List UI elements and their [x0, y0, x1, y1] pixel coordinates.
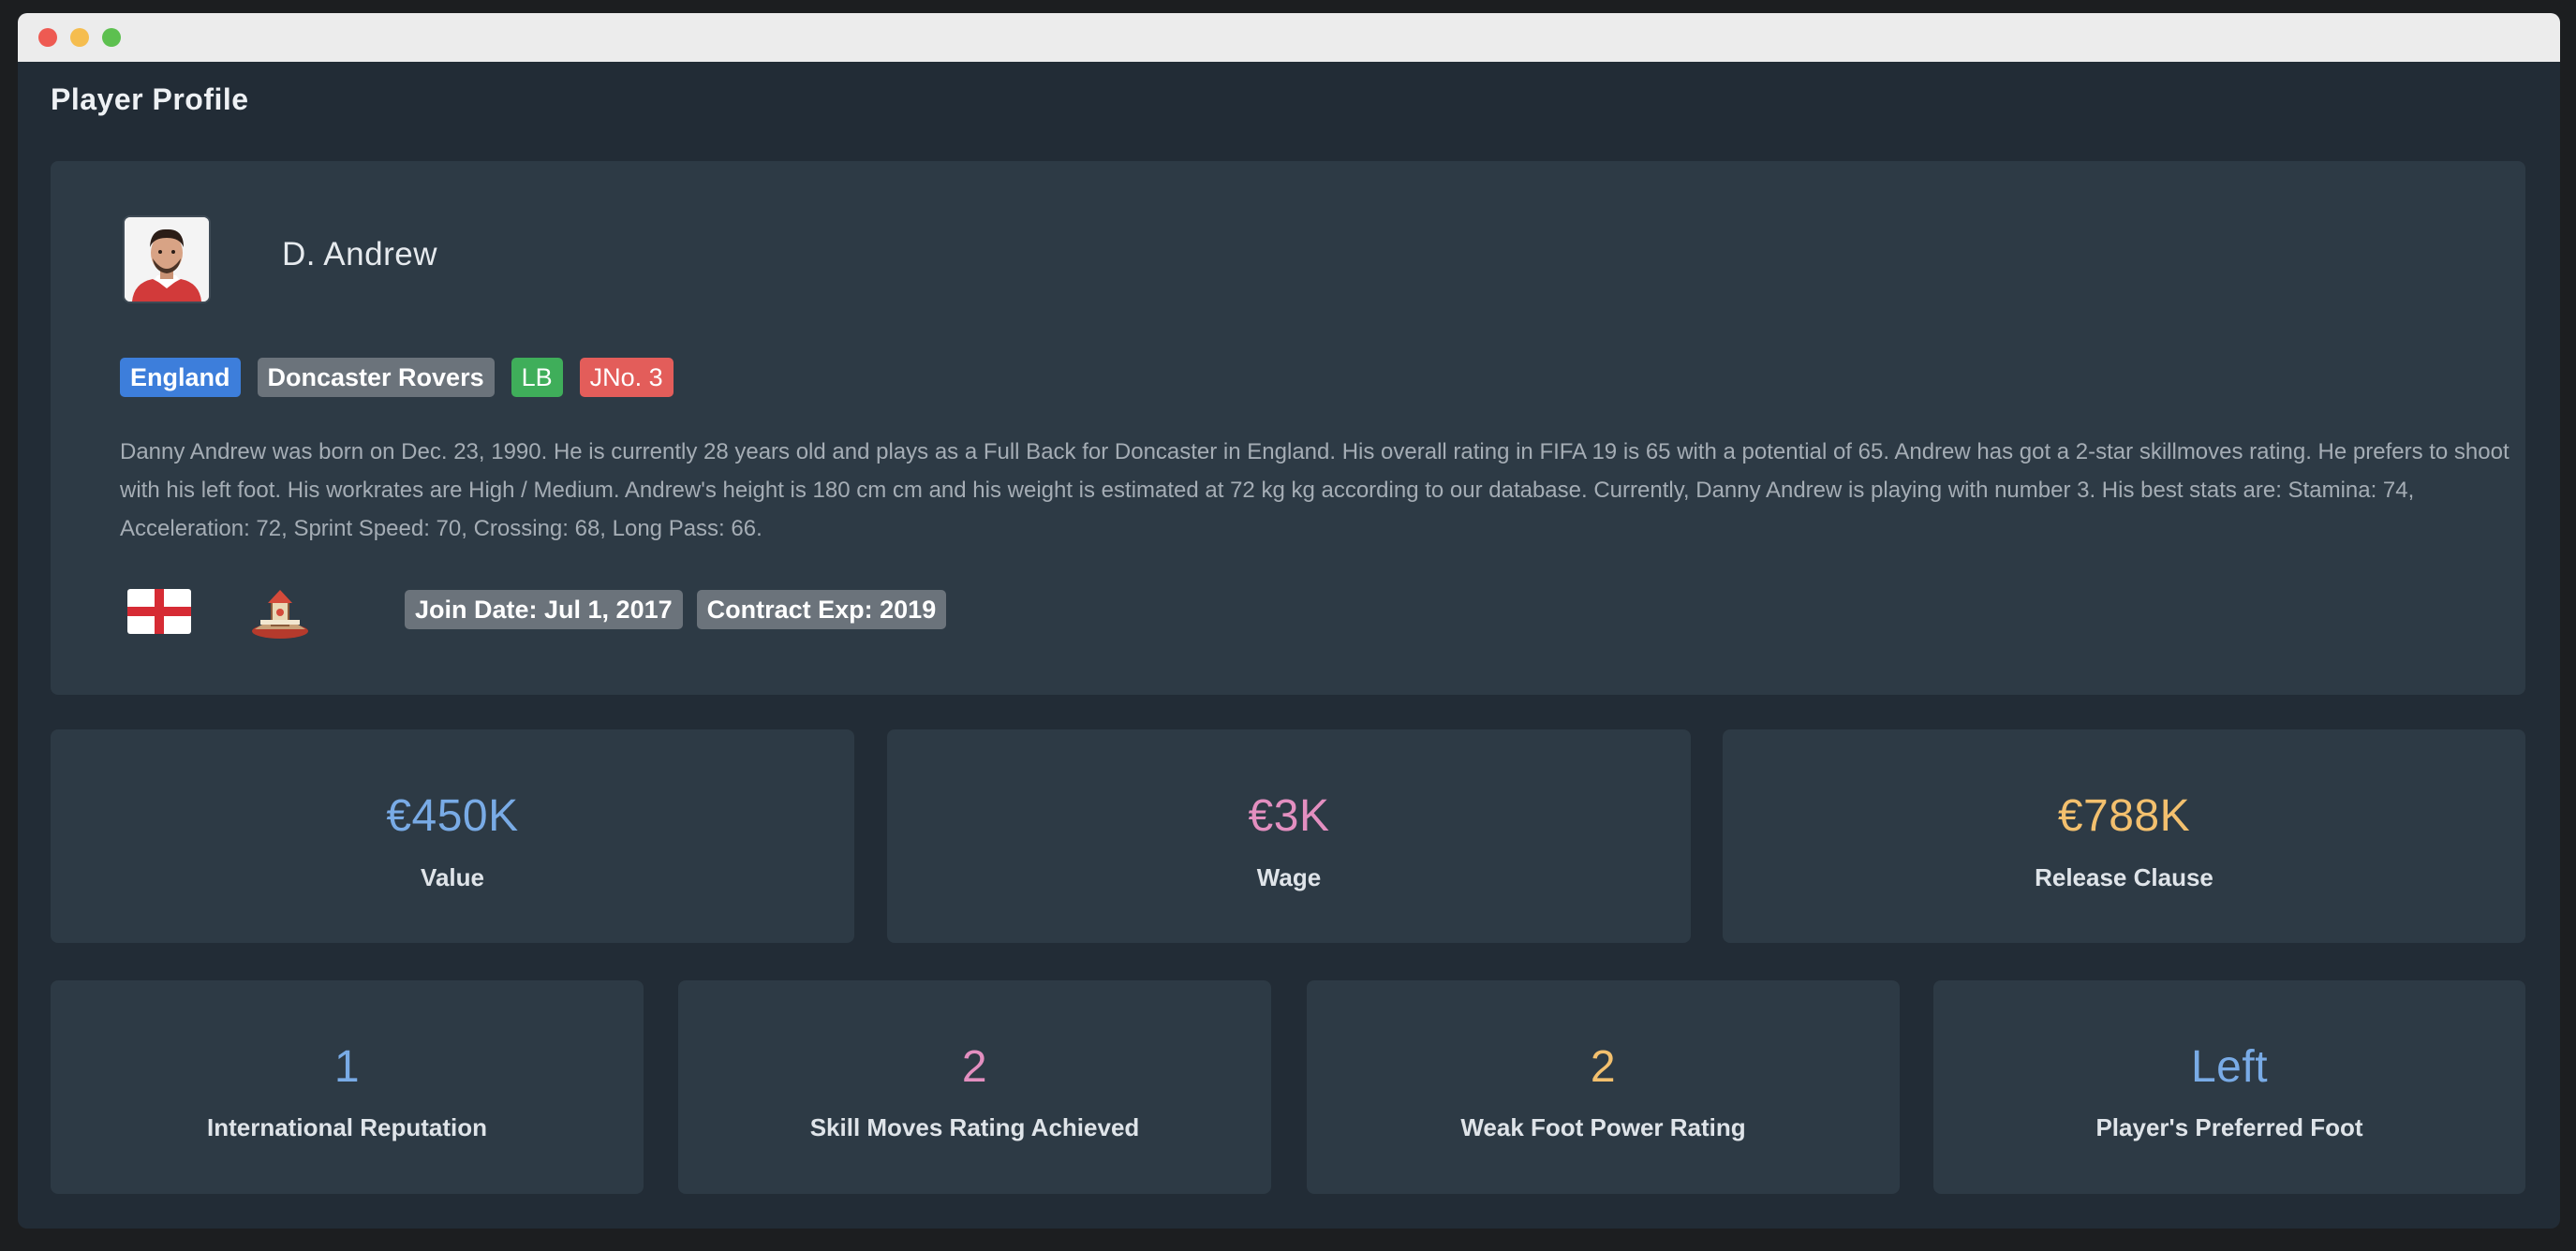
- player-avatar: [123, 215, 211, 303]
- stat-card-weak-foot: 2 Weak Foot Power Rating: [1307, 980, 1900, 1194]
- stat-card-preferred-foot: Left Player's Preferred Foot: [1933, 980, 2525, 1194]
- join-date-badge: Join Date: Jul 1, 2017: [405, 590, 683, 629]
- stat-value: €788K: [2057, 791, 2191, 841]
- player-profile-card: D. Andrew England Doncaster Rovers LB JN…: [51, 161, 2525, 695]
- player-badges: England Doncaster Rovers LB JNo. 3: [120, 358, 674, 397]
- club-badge[interactable]: Doncaster Rovers: [257, 358, 495, 397]
- stat-card-release-clause: €788K Release Clause: [1723, 729, 2525, 943]
- stat-card-wage: €3K Wage: [887, 729, 1691, 943]
- stat-value: 2: [1590, 1042, 1617, 1092]
- contract-expiry-badge: Contract Exp: 2019: [696, 590, 947, 629]
- england-flag-icon[interactable]: [127, 589, 191, 634]
- stat-label: Weak Foot Power Rating: [1460, 1113, 1746, 1141]
- contract-info: Join Date: Jul 1, 2017 Contract Exp: 201…: [405, 590, 947, 629]
- stat-label: Player's Preferred Foot: [2095, 1113, 2363, 1141]
- minimize-window-button[interactable]: [70, 28, 89, 47]
- position-badge: LB: [511, 358, 563, 397]
- stat-label: Wage: [1256, 863, 1322, 891]
- player-description: Danny Andrew was born on Dec. 23, 1990. …: [120, 439, 2509, 541]
- stat-label: International Reputation: [207, 1113, 487, 1141]
- club-crest-icon[interactable]: [247, 582, 313, 640]
- title-bar: [18, 13, 2560, 62]
- stat-label: Skill Moves Rating Achieved: [809, 1113, 1140, 1141]
- stat-value: Left: [2190, 1042, 2269, 1092]
- stat-value: €3K: [1248, 791, 1330, 841]
- app-window: Player Profile D. Andrew England Doncast…: [18, 13, 2560, 1229]
- stat-label: Value: [421, 863, 484, 891]
- stat-card-international-reputation: 1 International Reputation: [51, 980, 644, 1194]
- stat-value: €450K: [386, 791, 519, 841]
- close-window-button[interactable]: [38, 28, 57, 47]
- player-name: D. Andrew: [282, 236, 437, 272]
- stat-card-skill-moves: 2 Skill Moves Rating Achieved: [678, 980, 1271, 1194]
- nation-badge[interactable]: England: [120, 358, 241, 397]
- jersey-number-badge: JNo. 3: [579, 358, 674, 397]
- stat-label: Release Clause: [2035, 863, 2213, 891]
- maximize-window-button[interactable]: [102, 28, 121, 47]
- player-meta-row: Join Date: Jul 1, 2017 Contract Exp: 201…: [127, 582, 1064, 639]
- stat-card-value: €450K Value: [51, 729, 854, 943]
- page-title: Player Profile: [51, 82, 249, 116]
- stat-value: 2: [961, 1042, 988, 1092]
- stat-value: 1: [333, 1042, 361, 1092]
